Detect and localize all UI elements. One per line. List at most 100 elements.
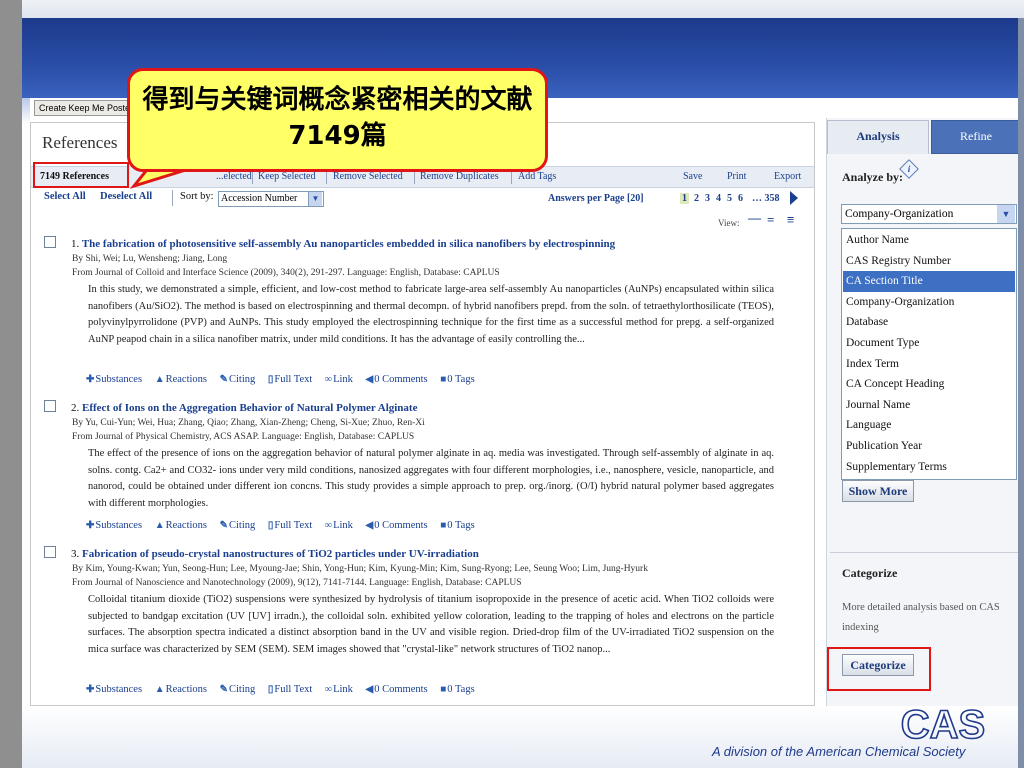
record-authors: By Yu, Cui-Yun; Wei, Hua; Zhang, Qiao; Z… xyxy=(72,418,425,428)
print-button[interactable]: Print xyxy=(727,171,746,182)
record-title[interactable]: 2. Effect of Ions on the Aggregation Beh… xyxy=(71,402,417,414)
export-button[interactable]: Export xyxy=(774,171,801,182)
citing-icon: ✎ xyxy=(219,520,229,531)
view-partial-icon[interactable]: = xyxy=(767,212,774,228)
analyze-option-highlighted[interactable]: CA Section Title xyxy=(843,271,1015,292)
comments-link[interactable]: ◀0 Comments xyxy=(366,684,428,695)
citing-icon: ✎ xyxy=(219,684,229,695)
record-title[interactable]: 3. Fabrication of pseudo-crystal nanostr… xyxy=(71,548,479,560)
record-checkbox[interactable] xyxy=(44,400,56,412)
citing-link[interactable]: ✎Citing xyxy=(220,374,256,385)
analyze-option[interactable]: Document Type xyxy=(843,333,1015,354)
view-full-icon[interactable]: ≡ xyxy=(787,212,794,228)
page-link[interactable]: … 358 xyxy=(752,193,780,204)
analyze-by-label: Analyze by: xyxy=(842,170,903,184)
comments-link[interactable]: ◀0 Comments xyxy=(366,374,428,385)
analyze-option[interactable]: Publication Year xyxy=(843,436,1015,457)
reactions-icon: ▲ xyxy=(154,374,165,385)
answers-per-page[interactable]: Answers per Page [20] xyxy=(548,193,644,204)
analyze-option[interactable]: Author Name xyxy=(843,230,1015,251)
substances-icon: ✚ xyxy=(86,520,95,531)
show-more-button[interactable]: Show More xyxy=(842,480,914,502)
remove-selected-button[interactable]: Remove Selected xyxy=(333,171,403,182)
tab-refine[interactable]: Refine xyxy=(931,120,1020,154)
keep-me-posted-button[interactable]: Create Keep Me Posted xyxy=(34,100,141,116)
deselect-all-link[interactable]: Deselect All xyxy=(100,191,152,202)
tab-analysis[interactable]: Analysis xyxy=(827,120,929,154)
keep-selected-button[interactable]: Keep Selected xyxy=(258,171,315,182)
analyze-option[interactable]: Index Term xyxy=(843,354,1015,375)
analyze-by-select[interactable]: Company-Organization xyxy=(841,204,1017,224)
reactions-icon: ▲ xyxy=(154,520,165,531)
page-link[interactable]: 2 xyxy=(694,193,699,204)
select-all-link[interactable]: Select All xyxy=(44,191,86,202)
record-authors: By Kim, Young-Kwan; Yun, Seong-Hun; Lee,… xyxy=(72,564,648,574)
link-link[interactable]: ∞Link xyxy=(325,520,353,531)
substances-icon: ✚ xyxy=(86,374,95,385)
analyze-option[interactable]: Database xyxy=(843,312,1015,333)
record-checkbox[interactable] xyxy=(44,546,56,558)
save-button[interactable]: Save xyxy=(683,171,702,182)
substances-link[interactable]: ✚Substances xyxy=(86,684,142,695)
chevron-down-icon[interactable]: ▼ xyxy=(308,192,322,206)
link-link[interactable]: ∞Link xyxy=(325,374,353,385)
page-link[interactable]: 3 xyxy=(705,193,710,204)
full-text-link[interactable]: ▯Full Text xyxy=(268,684,312,695)
remove-duplicates-button[interactable]: Remove Duplicates xyxy=(420,171,499,182)
analyze-option[interactable]: Company-Organization xyxy=(843,292,1015,313)
analyze-option[interactable]: CAS Registry Number xyxy=(843,251,1015,272)
categorize-title: Categorize xyxy=(842,566,898,580)
ref-count-highlight xyxy=(33,162,129,188)
tag-icon: ■ xyxy=(440,520,447,531)
view-compact-icon[interactable]: — xyxy=(748,210,761,226)
tag-icon: ■ xyxy=(440,374,447,385)
categorize-highlight xyxy=(827,647,931,691)
record-source: From Journal of Colloid and Interface Sc… xyxy=(72,268,500,278)
analyze-by-options: Author Name CAS Registry Number CA Secti… xyxy=(841,228,1017,480)
chain-link-icon: ∞ xyxy=(324,520,333,531)
substances-icon: ✚ xyxy=(86,684,95,695)
slide-right-bar xyxy=(1018,18,1024,768)
comments-link[interactable]: ◀0 Comments xyxy=(366,520,428,531)
page-link[interactable]: 4 xyxy=(716,193,721,204)
substances-link[interactable]: ✚Substances xyxy=(86,520,142,531)
tags-link[interactable]: ■0 Tags xyxy=(440,520,474,531)
tags-link[interactable]: ■0 Tags xyxy=(440,684,474,695)
page-link[interactable]: 6 xyxy=(738,193,743,204)
analyze-option[interactable]: Language xyxy=(843,415,1015,436)
reactions-link[interactable]: ▲Reactions xyxy=(155,374,207,385)
comment-icon: ◀ xyxy=(365,520,374,531)
analyze-option[interactable]: CA Concept Heading xyxy=(843,374,1015,395)
link-link[interactable]: ∞Link xyxy=(325,684,353,695)
document-icon: ▯ xyxy=(267,520,274,531)
record-source: From Journal of Physical Chemistry, ACS … xyxy=(72,432,415,442)
record-title[interactable]: 1. The fabrication of photosensitive sel… xyxy=(71,238,615,250)
sidebar-divider xyxy=(830,552,1018,553)
reactions-icon: ▲ xyxy=(154,684,165,695)
tags-link[interactable]: ■0 Tags xyxy=(440,374,474,385)
reactions-link[interactable]: ▲Reactions xyxy=(155,520,207,531)
comment-icon: ◀ xyxy=(365,684,374,695)
analyze-option[interactable]: Journal Name xyxy=(843,395,1015,416)
full-text-link[interactable]: ▯Full Text xyxy=(268,520,312,531)
cas-logo-text: CAS xyxy=(901,703,985,744)
substances-link[interactable]: ✚Substances xyxy=(86,374,142,385)
record-links: ✚Substances ▲Reactions ✎Citing ▯Full Tex… xyxy=(86,684,485,695)
slide-top-strip xyxy=(22,0,1024,18)
categorize-description: More detailed analysis based on CAS inde… xyxy=(842,602,1000,633)
add-tags-button[interactable]: Add Tags xyxy=(518,171,556,182)
page-link[interactable]: 5 xyxy=(727,193,732,204)
references-title: References xyxy=(42,133,118,152)
full-text-link[interactable]: ▯Full Text xyxy=(268,374,312,385)
next-page-icon[interactable] xyxy=(790,191,798,205)
record-authors: By Shi, Wei; Lu, Wensheng; Jiang, Long xyxy=(72,254,228,264)
citing-link[interactable]: ✎Citing xyxy=(220,684,256,695)
reactions-link[interactable]: ▲Reactions xyxy=(155,684,207,695)
citing-link[interactable]: ✎Citing xyxy=(220,520,256,531)
analyze-option[interactable]: Supplementary Terms xyxy=(843,457,1015,478)
chevron-down-icon[interactable]: ▼ xyxy=(997,205,1015,223)
view-label: View: xyxy=(718,218,740,228)
chain-link-icon: ∞ xyxy=(324,684,333,695)
page-link[interactable]: 1 xyxy=(680,193,689,204)
record-checkbox[interactable] xyxy=(44,236,56,248)
